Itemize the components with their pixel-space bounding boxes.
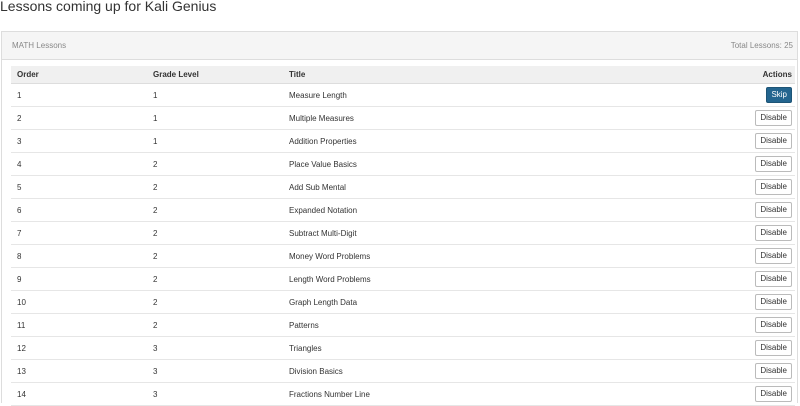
column-header-actions: Actions (619, 66, 795, 84)
total-lessons-count: Total Lessons: 25 (730, 41, 793, 50)
cell-grade-level: 2 (147, 313, 283, 337)
table-row: 7 2 Subtract Multi-Digit Disable (11, 221, 795, 245)
cell-title: Patterns (283, 313, 620, 337)
column-header-title: Title (283, 66, 620, 84)
cell-grade-level: 2 (147, 175, 283, 199)
panel-title: MATH Lessons (12, 41, 67, 50)
cell-order: 5 (11, 175, 147, 199)
cell-order: 13 (11, 359, 147, 383)
disable-button[interactable]: Disable (755, 179, 792, 195)
cell-title: Addition Properties (283, 129, 620, 153)
table-row: 5 2 Add Sub Mental Disable (11, 175, 795, 199)
table-row: 10 2 Graph Length Data Disable (11, 290, 795, 314)
cell-grade-level: 3 (147, 382, 283, 406)
disable-button[interactable]: Disable (755, 156, 792, 172)
skip-button[interactable]: Skip (766, 87, 792, 103)
cell-actions: Disable (619, 152, 795, 176)
cell-grade-level: 1 (147, 83, 283, 107)
cell-actions: Disable (619, 336, 795, 360)
cell-actions: Disable (619, 175, 795, 199)
disable-button[interactable]: Disable (755, 386, 792, 402)
cell-actions: Disable (619, 359, 795, 383)
disable-button[interactable]: Disable (755, 225, 792, 241)
math-lessons-panel: MATH Lessons Total Lessons: 25 Order Gra… (1, 31, 798, 406)
cell-order: 9 (11, 267, 147, 291)
cell-order: 10 (11, 290, 147, 314)
table-row: 9 2 Length Word Problems Disable (11, 267, 795, 291)
cell-title: Fractions Number Line (283, 382, 620, 406)
lessons-table: Order Grade Level Title Actions 1 1 Measur… (11, 66, 795, 406)
cell-order: 14 (11, 382, 147, 406)
table-row: 6 2 Expanded Notation Disable (11, 198, 795, 222)
cell-actions: Disable (619, 382, 795, 406)
table-row: 1 1 Measure Length Skip (11, 83, 795, 107)
cell-actions: Skip (619, 83, 795, 107)
cell-order: 8 (11, 244, 147, 268)
disable-button[interactable]: Disable (755, 110, 792, 126)
table-row: 4 2 Place Value Basics Disable (11, 152, 795, 176)
cell-title: Multiple Measures (283, 106, 620, 130)
cell-grade-level: 2 (147, 221, 283, 245)
cell-title: Graph Length Data (283, 290, 620, 314)
cell-title: Division Basics (283, 359, 620, 383)
cell-actions: Disable (619, 198, 795, 222)
cell-actions: Disable (619, 290, 795, 314)
table-row: 14 3 Fractions Number Line Disable (11, 382, 795, 406)
table-row: 8 2 Money Word Problems Disable (11, 244, 795, 268)
cell-actions: Disable (619, 221, 795, 245)
cell-grade-level: 1 (147, 106, 283, 130)
cell-grade-level: 2 (147, 198, 283, 222)
cell-grade-level: 3 (147, 336, 283, 360)
page-title: Lessons coming up for Kali Genius (0, 0, 217, 14)
cell-title: Place Value Basics (283, 152, 620, 176)
panel-heading: MATH Lessons Total Lessons: 25 (2, 32, 797, 60)
lessons-table-body: 1 1 Measure Length Skip 2 1 Multiple Measures D… (11, 83, 795, 406)
cell-title: Expanded Notation (283, 198, 620, 222)
cell-title: Money Word Problems (283, 244, 620, 268)
cell-grade-level: 2 (147, 152, 283, 176)
cell-order: 11 (11, 313, 147, 337)
lessons-table-wrapper: Order Grade Level Title Actions 1 1 Measur… (11, 66, 795, 406)
table-row: 13 3 Division Basics Disable (11, 359, 795, 383)
cell-actions: Disable (619, 267, 795, 291)
disable-button[interactable]: Disable (755, 294, 792, 310)
table-row: 12 3 Triangles Disable (11, 336, 795, 360)
column-header-order: Order (11, 66, 147, 84)
cell-actions: Disable (619, 244, 795, 268)
disable-button[interactable]: Disable (755, 363, 792, 379)
cell-grade-level: 2 (147, 244, 283, 268)
cell-order: 7 (11, 221, 147, 245)
cell-grade-level: 2 (147, 290, 283, 314)
disable-button[interactable]: Disable (755, 248, 792, 264)
cell-title: Subtract Multi-Digit (283, 221, 620, 245)
table-row: 2 1 Multiple Measures Disable (11, 106, 795, 130)
disable-button[interactable]: Disable (755, 202, 792, 218)
cell-order: 2 (11, 106, 147, 130)
cell-order: 1 (11, 83, 147, 107)
cell-order: 4 (11, 152, 147, 176)
disable-button[interactable]: Disable (755, 317, 792, 333)
cell-title: Triangles (283, 336, 620, 360)
table-header-row: Order Grade Level Title Actions (11, 66, 795, 84)
cell-title: Length Word Problems (283, 267, 620, 291)
cell-grade-level: 3 (147, 359, 283, 383)
cell-grade-level: 2 (147, 267, 283, 291)
cell-actions: Disable (619, 313, 795, 337)
column-header-grade-level: Grade Level (147, 66, 283, 84)
cell-title: Measure Length (283, 83, 620, 107)
table-row: 3 1 Addition Properties Disable (11, 129, 795, 153)
disable-button[interactable]: Disable (755, 133, 792, 149)
table-row: 11 2 Patterns Disable (11, 313, 795, 337)
cell-actions: Disable (619, 106, 795, 130)
cell-grade-level: 1 (147, 129, 283, 153)
disable-button[interactable]: Disable (755, 271, 792, 287)
cell-actions: Disable (619, 129, 795, 153)
cell-order: 3 (11, 129, 147, 153)
disable-button[interactable]: Disable (755, 340, 792, 356)
cell-order: 12 (11, 336, 147, 360)
cell-title: Add Sub Mental (283, 175, 620, 199)
cell-order: 6 (11, 198, 147, 222)
